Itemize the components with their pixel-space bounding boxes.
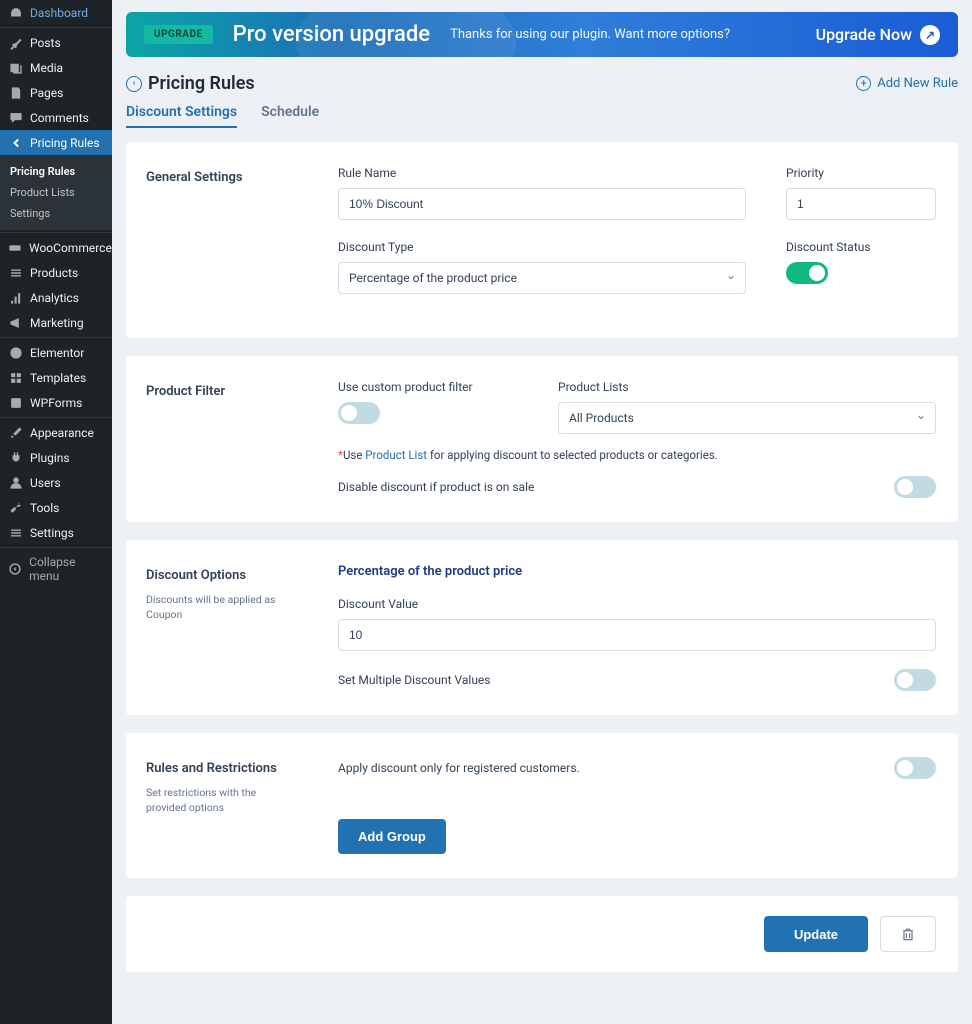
update-button[interactable]: Update: [764, 916, 868, 952]
discount-status-label: Discount Status: [786, 240, 936, 254]
banner-subtitle: Thanks for using our plugin. Want more o…: [450, 27, 796, 42]
admin-sidebar: Dashboard Posts Media Pages Comments Pri…: [0, 0, 112, 1024]
filter-note: *Use Product List for applying discount …: [338, 448, 936, 462]
product-lists-label: Product Lists: [558, 380, 936, 394]
add-group-button[interactable]: Add Group: [338, 819, 446, 854]
tab-schedule[interactable]: Schedule: [261, 104, 319, 128]
sidebar-item-pricing-rules[interactable]: Pricing Rules: [0, 130, 112, 155]
section-title-filter: Product Filter: [146, 384, 296, 399]
pin-icon: [8, 35, 23, 50]
megaphone-icon: [8, 315, 23, 330]
analytics-icon: [8, 290, 23, 305]
external-link-icon: ↗: [920, 25, 940, 45]
sidebar-item-dashboard[interactable]: Dashboard: [0, 0, 112, 25]
sidebar-sub-product-lists[interactable]: Product Lists: [0, 182, 112, 203]
card-general-settings: General Settings Rule Name Priority Disc…: [126, 142, 958, 338]
trash-icon: [900, 926, 916, 942]
multiple-values-toggle[interactable]: [894, 669, 936, 691]
section-title-discount-options: Discount Options: [146, 568, 296, 583]
discount-type-label: Discount Type: [338, 240, 746, 254]
disable-on-sale-toggle[interactable]: [894, 476, 936, 498]
discount-type-select[interactable]: Percentage of the product price: [338, 262, 746, 294]
priority-input[interactable]: [786, 188, 936, 220]
sidebar-item-woocommerce[interactable]: WooCommerce: [0, 235, 112, 260]
apply-registered-toggle[interactable]: [894, 757, 936, 779]
sidebar-item-marketing[interactable]: Marketing: [0, 310, 112, 335]
disable-on-sale-label: Disable discount if product is on sale: [338, 480, 534, 494]
media-icon: [8, 60, 23, 75]
use-custom-filter-toggle[interactable]: [338, 402, 380, 424]
product-lists-select[interactable]: All Products: [558, 402, 936, 434]
discount-value-label: Discount Value: [338, 597, 936, 611]
sidebar-sub-settings[interactable]: Settings: [0, 203, 112, 224]
sidebar-item-templates[interactable]: Templates: [0, 365, 112, 390]
tab-discount-settings[interactable]: Discount Settings: [126, 104, 237, 128]
sidebar-item-tools[interactable]: Tools: [0, 495, 112, 520]
multiple-values-label: Set Multiple Discount Values: [338, 673, 490, 687]
discount-options-desc: Discounts will be applied as Coupon: [146, 593, 296, 622]
tab-bar: Discount Settings Schedule: [126, 104, 958, 128]
rule-name-label: Rule Name: [338, 166, 746, 180]
sidebar-item-collapse[interactable]: Collapse menu: [0, 550, 112, 588]
section-title-rules: Rules and Restrictions: [146, 761, 296, 776]
plug-icon: [8, 450, 23, 465]
sidebar-item-pages[interactable]: Pages: [0, 80, 112, 105]
sidebar-item-elementor[interactable]: Elementor: [0, 340, 112, 365]
discount-options-subtitle: Percentage of the product price: [338, 564, 936, 579]
sidebar-item-plugins[interactable]: Plugins: [0, 445, 112, 470]
product-list-link[interactable]: Product List: [365, 448, 427, 462]
elementor-icon: [8, 345, 23, 360]
upgrade-badge: UPGRADE: [144, 25, 213, 44]
discount-value-input[interactable]: [338, 619, 936, 651]
card-product-filter: Product Filter Use custom product filter…: [126, 356, 958, 522]
delete-button[interactable]: [880, 916, 936, 952]
banner-title: Pro version upgrade: [233, 22, 430, 47]
page-title: Pricing Rules: [148, 73, 255, 94]
main-content: UPGRADE Pro version upgrade Thanks for u…: [112, 0, 972, 1024]
upgrade-now-button[interactable]: Upgrade Now↗: [816, 25, 940, 45]
sidebar-sub-pricing-rules[interactable]: Pricing Rules: [0, 161, 112, 182]
sidebar-item-settings[interactable]: Settings: [0, 520, 112, 545]
templates-icon: [8, 370, 23, 385]
apply-registered-label: Apply discount only for registered custo…: [338, 761, 580, 775]
card-footer-actions: Update: [126, 896, 958, 972]
sidebar-item-wpforms[interactable]: WPForms: [0, 390, 112, 415]
plus-icon: +: [856, 76, 871, 91]
sidebar-item-users[interactable]: Users: [0, 470, 112, 495]
page-icon: [8, 85, 23, 100]
sidebar-item-products[interactable]: Products: [0, 260, 112, 285]
collapse-icon: [8, 562, 22, 577]
sliders-icon: [8, 525, 23, 540]
sidebar-item-comments[interactable]: Comments: [0, 105, 112, 130]
sidebar-item-posts[interactable]: Posts: [0, 30, 112, 55]
card-rules-restrictions: Rules and Restrictions Set restrictions …: [126, 733, 958, 878]
discount-status-toggle[interactable]: [786, 262, 828, 284]
user-icon: [8, 475, 23, 490]
comment-icon: [8, 110, 23, 125]
priority-label: Priority: [786, 166, 936, 180]
use-custom-filter-label: Use custom product filter: [338, 380, 518, 394]
chevron-left-icon: [8, 135, 23, 150]
sidebar-item-analytics[interactable]: Analytics: [0, 285, 112, 310]
rules-desc: Set restrictions with the provided optio…: [146, 786, 296, 815]
card-discount-options: Discount Options Discounts will be appli…: [126, 540, 958, 715]
sidebar-submenu: Pricing Rules Product Lists Settings: [0, 155, 112, 230]
section-title-general: General Settings: [146, 170, 296, 185]
woocommerce-icon: [8, 240, 22, 255]
upgrade-banner[interactable]: UPGRADE Pro version upgrade Thanks for u…: [126, 12, 958, 57]
sidebar-item-appearance[interactable]: Appearance: [0, 420, 112, 445]
rule-name-input[interactable]: [338, 188, 746, 220]
wpforms-icon: [8, 395, 23, 410]
gauge-icon: [8, 5, 23, 20]
wrench-icon: [8, 500, 23, 515]
brush-icon: [8, 425, 23, 440]
back-icon[interactable]: ‹: [126, 76, 142, 92]
sidebar-item-media[interactable]: Media: [0, 55, 112, 80]
add-new-rule-button[interactable]: + Add New Rule: [856, 76, 958, 91]
products-icon: [8, 265, 23, 280]
